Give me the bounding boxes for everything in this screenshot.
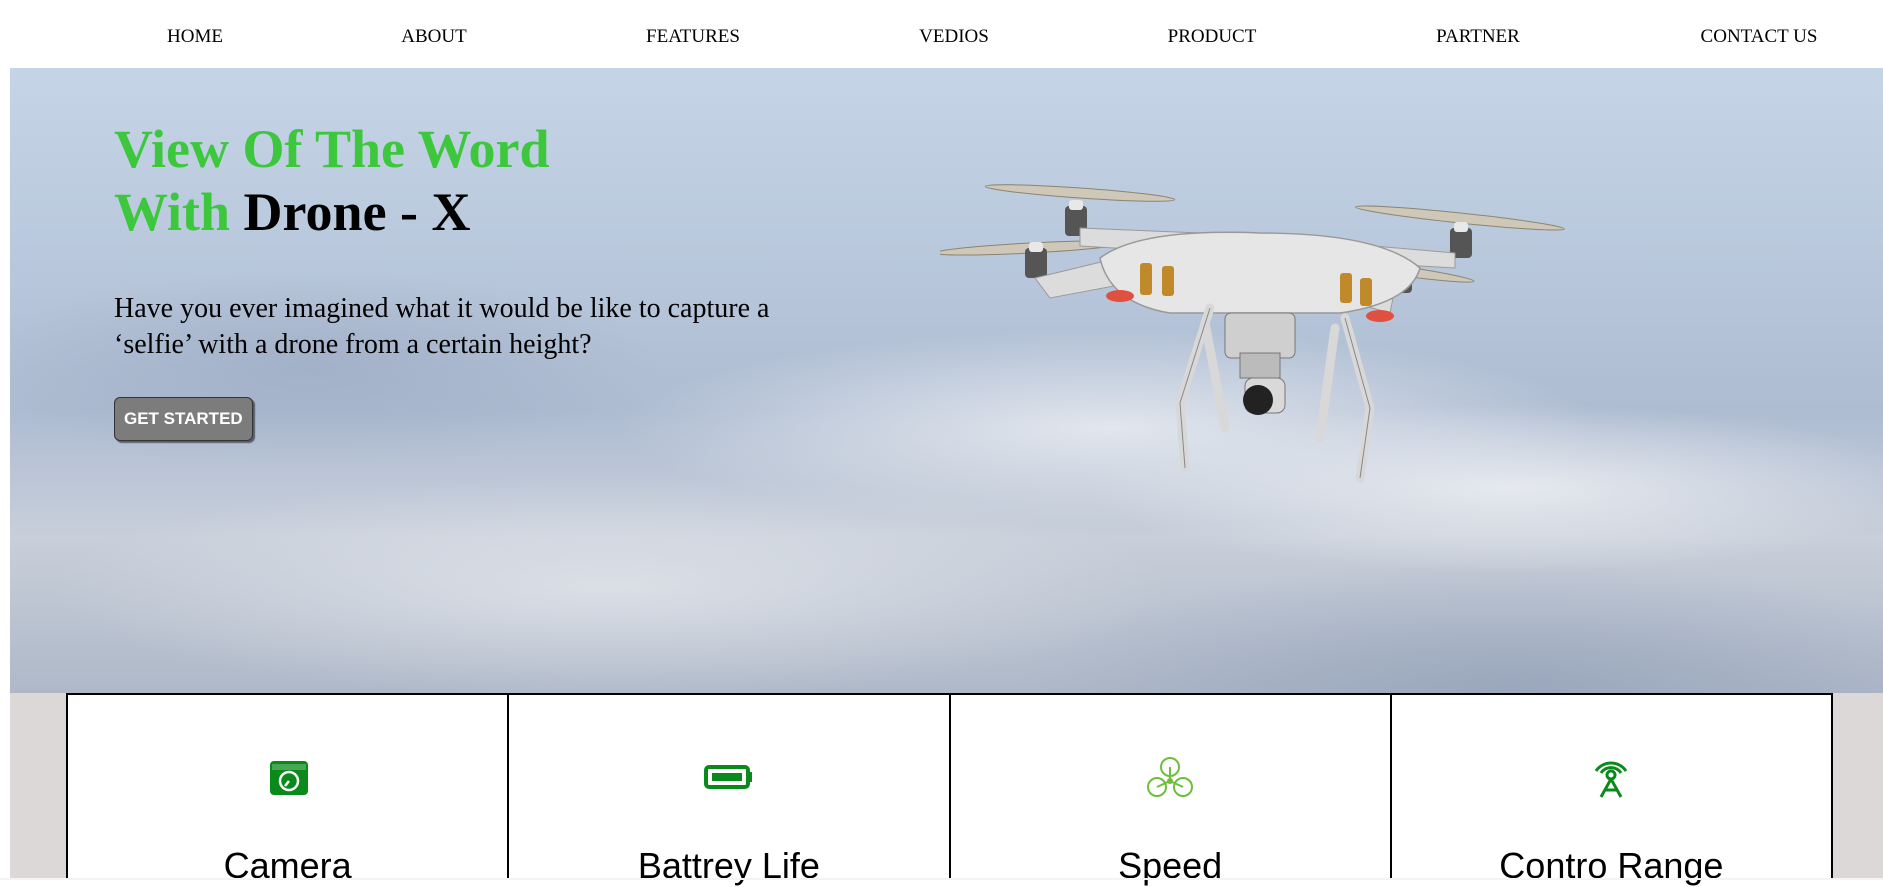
camera-icon <box>269 761 308 795</box>
get-started-button[interactable]: GET STARTED <box>114 397 253 441</box>
feature-card-camera: Camera <box>68 695 510 886</box>
feature-title-camera: Camera <box>223 845 352 886</box>
hero-title-brand: Drone - X <box>243 182 471 242</box>
hero-title-line1: View Of The Word <box>114 119 550 179</box>
nav-product[interactable]: PRODUCT <box>1168 26 1257 48</box>
battery-icon <box>703 765 752 789</box>
drone-image <box>940 184 1565 483</box>
features-section: Camera Battrey Life Speed Contro Range <box>66 693 1833 886</box>
signal-tower-icon <box>1595 761 1628 798</box>
top-nav: HOME ABOUT FEATURES VEDIOS PRODUCT PARTN… <box>0 0 1883 68</box>
nav-features[interactable]: FEATURES <box>646 26 740 48</box>
nav-contact-us[interactable]: CONTACT US <box>1701 26 1818 48</box>
nav-home[interactable]: HOME <box>167 26 223 48</box>
feature-title-range: Contro Range <box>1499 845 1724 886</box>
feature-card-battery: Battrey Life <box>509 695 951 886</box>
hero-description-line1: Have you ever imagined what it would be … <box>114 293 770 324</box>
hero-section: View Of The Word With Drone - X Have you… <box>10 68 1883 693</box>
feature-title-speed: Speed <box>1118 845 1223 886</box>
drone-propeller-icon <box>1147 757 1194 797</box>
nav-about[interactable]: ABOUT <box>401 26 466 48</box>
hero-title-with: With <box>114 182 231 242</box>
hero-description: Have you ever imagined what it would be … <box>114 291 894 363</box>
feature-card-range: Contro Range <box>1391 695 1831 886</box>
nav-videos[interactable]: VEDIOS <box>919 26 989 48</box>
hero-title: View Of The Word With Drone - X <box>114 118 550 244</box>
feature-title-battery: Battrey Life <box>637 845 820 886</box>
nav-partner[interactable]: PARTNER <box>1436 26 1520 48</box>
feature-card-speed: Speed <box>950 695 1392 886</box>
hero-description-line2: ‘selfie’ with a drone from a certain hei… <box>114 329 592 360</box>
